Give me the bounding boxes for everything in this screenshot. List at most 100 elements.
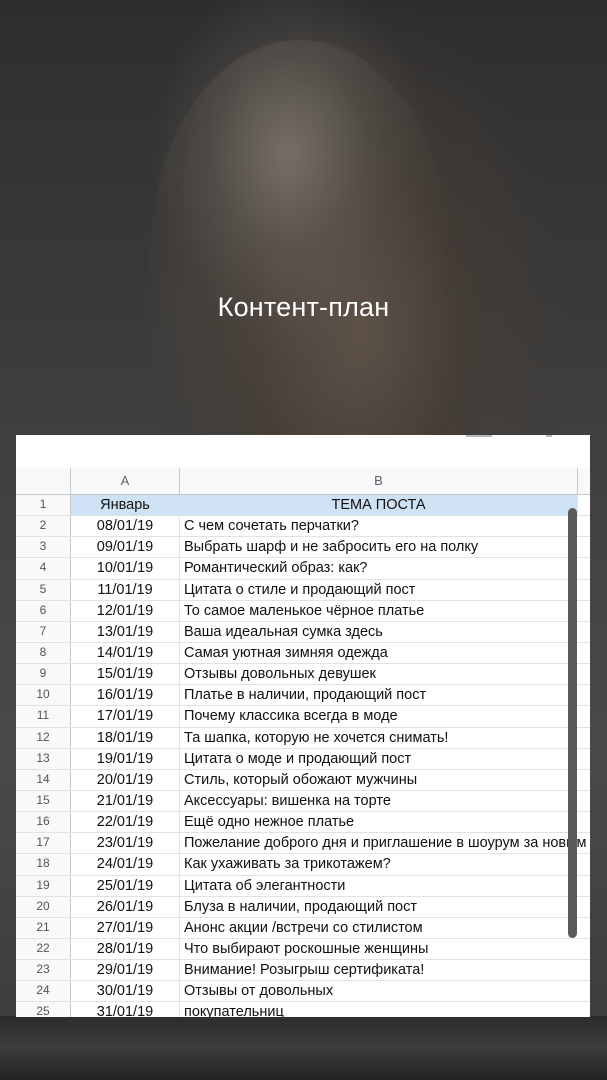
woman-portrait-image	[150, 40, 450, 470]
row-number[interactable]: 2	[16, 516, 71, 537]
table-row: 4 10/01/19 Романтический образ: как?	[16, 558, 590, 580]
date-cell[interactable]: 26/01/19	[71, 896, 180, 917]
row-number[interactable]: 23	[16, 960, 71, 981]
topic-cell[interactable]: покупательниц	[180, 1002, 590, 1017]
date-cell[interactable]: 28/01/19	[71, 938, 180, 960]
topic-cell[interactable]: Отзывы от довольных	[180, 981, 590, 1001]
topic-cell[interactable]: Внимание! Розыгрыш сертификата!	[180, 960, 590, 980]
date-cell[interactable]: 15/01/19	[71, 664, 180, 685]
row-number[interactable]: 22	[16, 938, 71, 960]
topic-header-cell[interactable]: ТЕМА ПОСТА	[180, 495, 578, 516]
month-header-cell[interactable]: Январь	[71, 495, 180, 516]
date-cell[interactable]: 19/01/19	[71, 748, 180, 769]
table-row: 17 23/01/19 Пожелание доброго дня и пригла…	[16, 833, 590, 855]
table-row: 20 26/01/19 Блуза в наличии, продающий пос…	[16, 896, 590, 918]
date-cell[interactable]: 13/01/19	[71, 621, 180, 642]
date-cell[interactable]: 16/01/19	[71, 685, 180, 706]
row-number[interactable]: 11	[16, 706, 71, 727]
table-row: 7 13/01/19 Ваша идеальная сумка здесь	[16, 621, 590, 643]
date-cell[interactable]: 29/01/19	[71, 960, 180, 981]
date-cell[interactable]: 11/01/19	[71, 579, 180, 600]
toolbar-icon	[546, 435, 552, 437]
row-number[interactable]: 18	[16, 854, 71, 875]
date-cell[interactable]: 25/01/19	[71, 875, 180, 896]
date-cell[interactable]: 23/01/19	[71, 833, 180, 854]
row-number[interactable]: 21	[16, 917, 71, 938]
date-cell[interactable]: 17/01/19	[71, 706, 180, 727]
row-number[interactable]: 16	[16, 812, 71, 833]
date-cell[interactable]: 31/01/19	[71, 1002, 180, 1017]
date-cell[interactable]: 20/01/19	[71, 769, 180, 790]
topic-cell[interactable]: Платье в наличии, продающий пост	[180, 685, 590, 705]
row-number[interactable]: 13	[16, 748, 71, 769]
date-cell[interactable]: 18/01/19	[71, 727, 180, 748]
table-row: 8 14/01/19 Самая уютная зимняя одежда	[16, 642, 590, 665]
spreadsheet-screenshot[interactable]: A B 1 Январь ТЕМА ПОСТА 2 08/01/19 С чем с…	[16, 435, 590, 1017]
row-number[interactable]: 14	[16, 769, 71, 790]
topic-cell[interactable]: Ваша идеальная сумка здесь	[180, 622, 590, 642]
row-number[interactable]: 24	[16, 981, 71, 1002]
topic-cell[interactable]: Ещё одно нежное платье	[180, 812, 590, 832]
topic-cell[interactable]: С чем сочетать перчатки?	[180, 516, 590, 536]
select-all-corner[interactable]	[16, 468, 71, 494]
table-row: 22 28/01/19 Что выбирают роскошные женщины	[16, 938, 590, 961]
column-header-b[interactable]: B	[180, 468, 578, 494]
table-row: 24 30/01/19 Отзывы от довольных	[16, 981, 590, 1003]
row-number[interactable]: 4	[16, 558, 71, 579]
date-cell[interactable]: 30/01/19	[71, 981, 180, 1002]
date-cell[interactable]: 08/01/19	[71, 516, 180, 537]
table-row: 10 16/01/19 Платье в наличии, продающий по…	[16, 685, 590, 707]
date-cell[interactable]: 12/01/19	[71, 600, 180, 621]
row-number[interactable]: 15	[16, 790, 71, 812]
topic-cell[interactable]: Цитата о стиле и продающий пост	[180, 580, 590, 600]
row-number[interactable]: 8	[16, 642, 71, 664]
topic-cell[interactable]: Та шапка, которую не хочется снимать!	[180, 728, 590, 748]
topic-cell[interactable]: Аксессуары: вишенка на торте	[180, 791, 590, 811]
row-number[interactable]: 3	[16, 537, 71, 558]
topic-cell[interactable]: Блуза в наличии, продающий пост	[180, 897, 590, 917]
topic-cell[interactable]: Что выбирают роскошные женщины	[180, 939, 590, 959]
column-header-a[interactable]: A	[71, 468, 180, 494]
topic-cell[interactable]: Самая уютная зимняя одежда	[180, 643, 590, 663]
table-row: 5 11/01/19 Цитата о стиле и продающий пост	[16, 579, 590, 601]
topic-cell[interactable]: Пожелание доброго дня и приглашение в шо…	[180, 833, 590, 853]
row-number[interactable]: 19	[16, 875, 71, 896]
topic-cell[interactable]: Цитата об элегантности	[180, 876, 590, 896]
topic-cell[interactable]: Стиль, который обожают мужчины	[180, 770, 590, 790]
row-number[interactable]: 7	[16, 621, 71, 642]
row-number[interactable]: 25	[16, 1002, 71, 1017]
sheet-toolbar	[16, 435, 590, 469]
row-number[interactable]: 1	[16, 495, 71, 516]
row-number[interactable]: 9	[16, 664, 71, 685]
topic-cell[interactable]: Анонс акции /встречи со стилистом	[180, 918, 590, 938]
row-number[interactable]: 6	[16, 600, 71, 621]
topic-cell[interactable]: Отзывы довольных девушек	[180, 664, 590, 684]
row-number[interactable]: 17	[16, 833, 71, 854]
vertical-scrollbar[interactable]	[568, 508, 577, 938]
lace-hem-image	[0, 1016, 607, 1080]
row-number[interactable]: 12	[16, 727, 71, 748]
topic-cell[interactable]: То самое маленькое чёрное платье	[180, 601, 590, 621]
row-number[interactable]: 10	[16, 685, 71, 706]
topic-cell[interactable]: Романтический образ: как?	[180, 558, 590, 578]
table-row: 19 25/01/19 Цитата об элегантности	[16, 875, 590, 897]
table-row: 14 20/01/19 Стиль, который обожают мужчины	[16, 769, 590, 791]
table-header-row: 1 Январь ТЕМА ПОСТА	[16, 495, 590, 517]
date-cell[interactable]: 22/01/19	[71, 812, 180, 833]
date-cell[interactable]: 10/01/19	[71, 558, 180, 579]
row-number[interactable]: 20	[16, 896, 71, 917]
topic-cell[interactable]: Цитата о моде и продающий пост	[180, 749, 590, 769]
date-cell[interactable]: 09/01/19	[71, 537, 180, 558]
date-cell[interactable]: 21/01/19	[71, 790, 180, 812]
table-row: 21 27/01/19 Анонс акции /встречи со стилис…	[16, 917, 590, 939]
topic-cell[interactable]: Выбрать шарф и не забросить его на полку	[180, 537, 590, 557]
date-cell[interactable]: 27/01/19	[71, 917, 180, 938]
date-cell[interactable]: 14/01/19	[71, 642, 180, 664]
table-row: 9 15/01/19 Отзывы довольных девушек	[16, 664, 590, 686]
topic-cell[interactable]: Почему классика всегда в моде	[180, 706, 590, 726]
row-number[interactable]: 5	[16, 579, 71, 600]
table-row: 13 19/01/19 Цитата о моде и продающий пост	[16, 748, 590, 770]
topic-cell[interactable]: Как ухаживать за трикотажем?	[180, 854, 590, 874]
date-cell[interactable]: 24/01/19	[71, 854, 180, 875]
page-title: Контент-план	[217, 292, 390, 322]
